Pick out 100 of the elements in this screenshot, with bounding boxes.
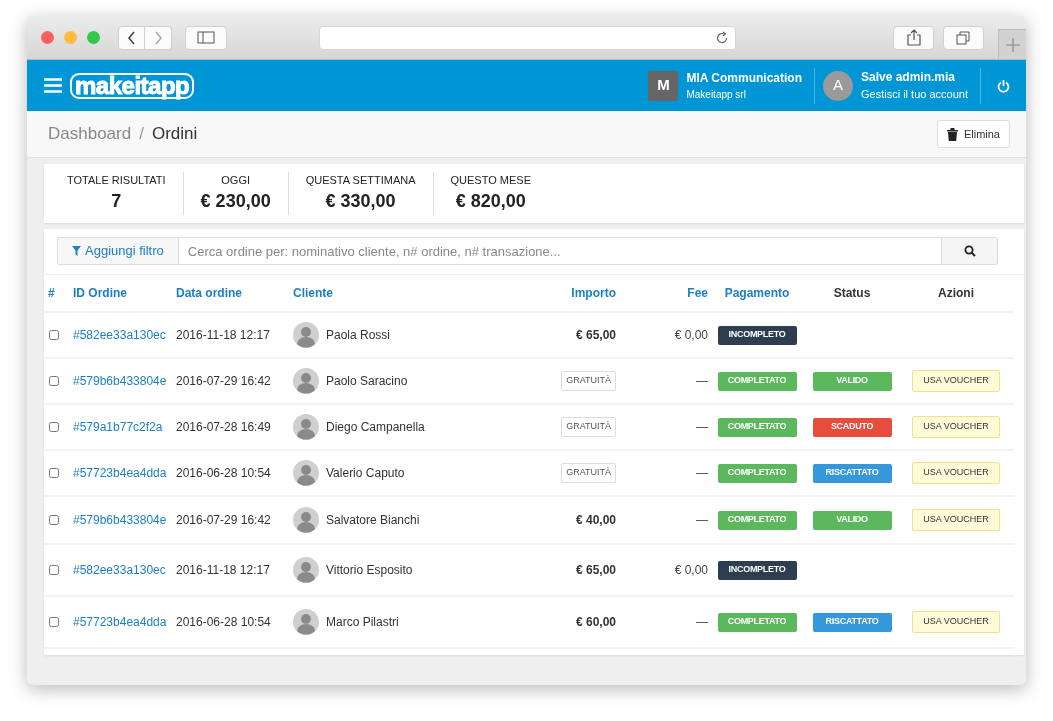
free-tag: GRATUITÀ [561,371,616,391]
breadcrumb-current: Ordini [151,123,198,146]
free-tag: GRATUITÀ [561,417,616,437]
order-amount: € 65,00 [575,562,616,579]
company-avatar[interactable]: M [648,70,679,101]
plus-icon [1005,37,1020,52]
order-date: 2016-11-18 12:17 [176,562,270,579]
stat-label: QUESTA SETTIMANA [305,172,416,188]
menu-icon[interactable] [44,78,62,93]
avatar-icon [293,414,319,440]
voucher-status: RISCATTATO [812,463,892,483]
maximize-window-icon[interactable] [87,31,100,44]
avatar-icon [293,609,319,635]
use-voucher-button[interactable]: USA VOUCHER [912,509,1000,531]
column-header[interactable]: Fee [687,284,708,302]
order-date: 2016-06-28 10:54 [176,465,271,482]
voucher-status: RISCATTATO [812,612,892,632]
stat-label: OGGI [220,172,251,188]
row-checkbox[interactable] [49,330,59,340]
payment-status: INCOMPLETO [717,325,797,345]
client-name: Salvatore Bianchi [326,512,420,529]
order-id-link[interactable]: #579a1b77c2f2a [73,418,163,436]
order-amount: € 60,00 [575,614,616,631]
row-checkbox[interactable] [49,565,59,575]
order-id-link[interactable]: #582ee33a130ec [73,561,166,579]
trash-icon [946,127,958,141]
back-button[interactable] [118,25,145,50]
voucher-status: VALIDO [812,510,892,530]
close-window-icon[interactable] [41,31,54,44]
stat-value: 7 [110,190,123,214]
use-voucher-button[interactable]: USA VOUCHER [912,462,1000,484]
order-date: 2016-07-29 16:42 [176,373,271,390]
order-id-link[interactable]: #579b6b433804e [73,511,167,529]
payment-status: COMPLETATO [717,463,797,483]
order-date: 2016-07-28 16:49 [176,419,271,436]
delete-button[interactable]: Elimina [936,119,1010,149]
client-name: Valerio Caputo [326,465,405,482]
avatar-icon [293,507,319,533]
fee-amount: € 0,00 [674,562,708,579]
row-checkbox[interactable] [49,617,59,627]
logo[interactable]: makeitapp [70,72,195,99]
payment-status: COMPLETATO [717,510,797,530]
row-checkbox[interactable] [49,515,59,525]
client-name: Paola Rossi [326,327,391,344]
order-id-link[interactable]: #57723b4ea4dda [73,464,167,482]
power-icon[interactable] [997,78,1010,93]
payment-status: COMPLETATO [717,417,797,437]
sidebar-icon [197,31,215,44]
payment-status: COMPLETATO [717,612,797,632]
search-button[interactable] [942,237,998,265]
stat-value: € 230,00 [200,190,271,214]
fee-amount: — [696,512,708,529]
share-icon [906,29,921,46]
account-link[interactable]: Gestisci il tuo account [861,86,968,103]
client-name: Marco Pilastri [326,614,399,631]
column-header[interactable]: ID Ordine [73,284,127,302]
breadcrumb-separator: / [139,123,144,146]
row-checkbox[interactable] [49,422,59,432]
order-date: 2016-07-29 16:42 [176,512,271,529]
reload-icon[interactable] [715,30,729,45]
filter-icon [72,246,81,256]
column-header[interactable]: # [48,284,55,302]
order-amount: € 40,00 [575,512,616,529]
voucher-status: SCADUTO [812,417,892,437]
tabs-button[interactable] [943,25,984,50]
order-id-link[interactable]: #579b6b433804e [73,372,167,390]
sidebar-button[interactable] [185,25,227,50]
column-header[interactable]: Pagamento [724,284,790,302]
tabs-icon [956,30,971,45]
fee-amount: € 0,00 [674,327,708,344]
payment-status: INCOMPLETO [717,560,797,580]
column-header[interactable]: Importo [571,284,616,302]
user-avatar[interactable]: A [823,70,853,101]
order-id-link[interactable]: #57723b4ea4dda [73,613,167,631]
use-voucher-button[interactable]: USA VOUCHER [912,370,1000,392]
add-filter-button[interactable]: Aggiungi filtro [57,237,178,265]
use-voucher-button[interactable]: USA VOUCHER [912,611,1000,633]
share-button[interactable] [893,25,934,50]
stat-label: TOTALE RISULTATI [67,172,166,188]
chevron-left-icon [127,30,136,45]
column-header[interactable]: Cliente [293,284,333,302]
avatar-icon [293,322,319,348]
order-id-link[interactable]: #582ee33a130ec [73,326,166,344]
user-greeting: Salve admin.mia [861,69,957,87]
client-name: Vittorio Esposito [326,562,413,579]
fee-amount: — [696,419,708,436]
company-name[interactable]: MIA Communication [686,69,802,87]
row-checkbox[interactable] [49,468,59,478]
stat-value: € 820,00 [454,190,527,214]
breadcrumb-link[interactable]: Dashboard [48,121,132,147]
avatar-icon [293,557,319,583]
avatar-icon [293,368,319,394]
client-name: Paolo Saracino [326,373,408,390]
column-header: Status [833,285,871,302]
order-date: 2016-11-18 12:17 [176,327,270,344]
chevron-right-icon [153,30,163,45]
column-header[interactable]: Data ordine [176,284,242,302]
use-voucher-button[interactable]: USA VOUCHER [912,416,1000,438]
row-checkbox[interactable] [49,376,59,386]
search-field[interactable]: Cerca ordine per: nominativo cliente, n# ordine, n# transazione... [177,237,942,265]
